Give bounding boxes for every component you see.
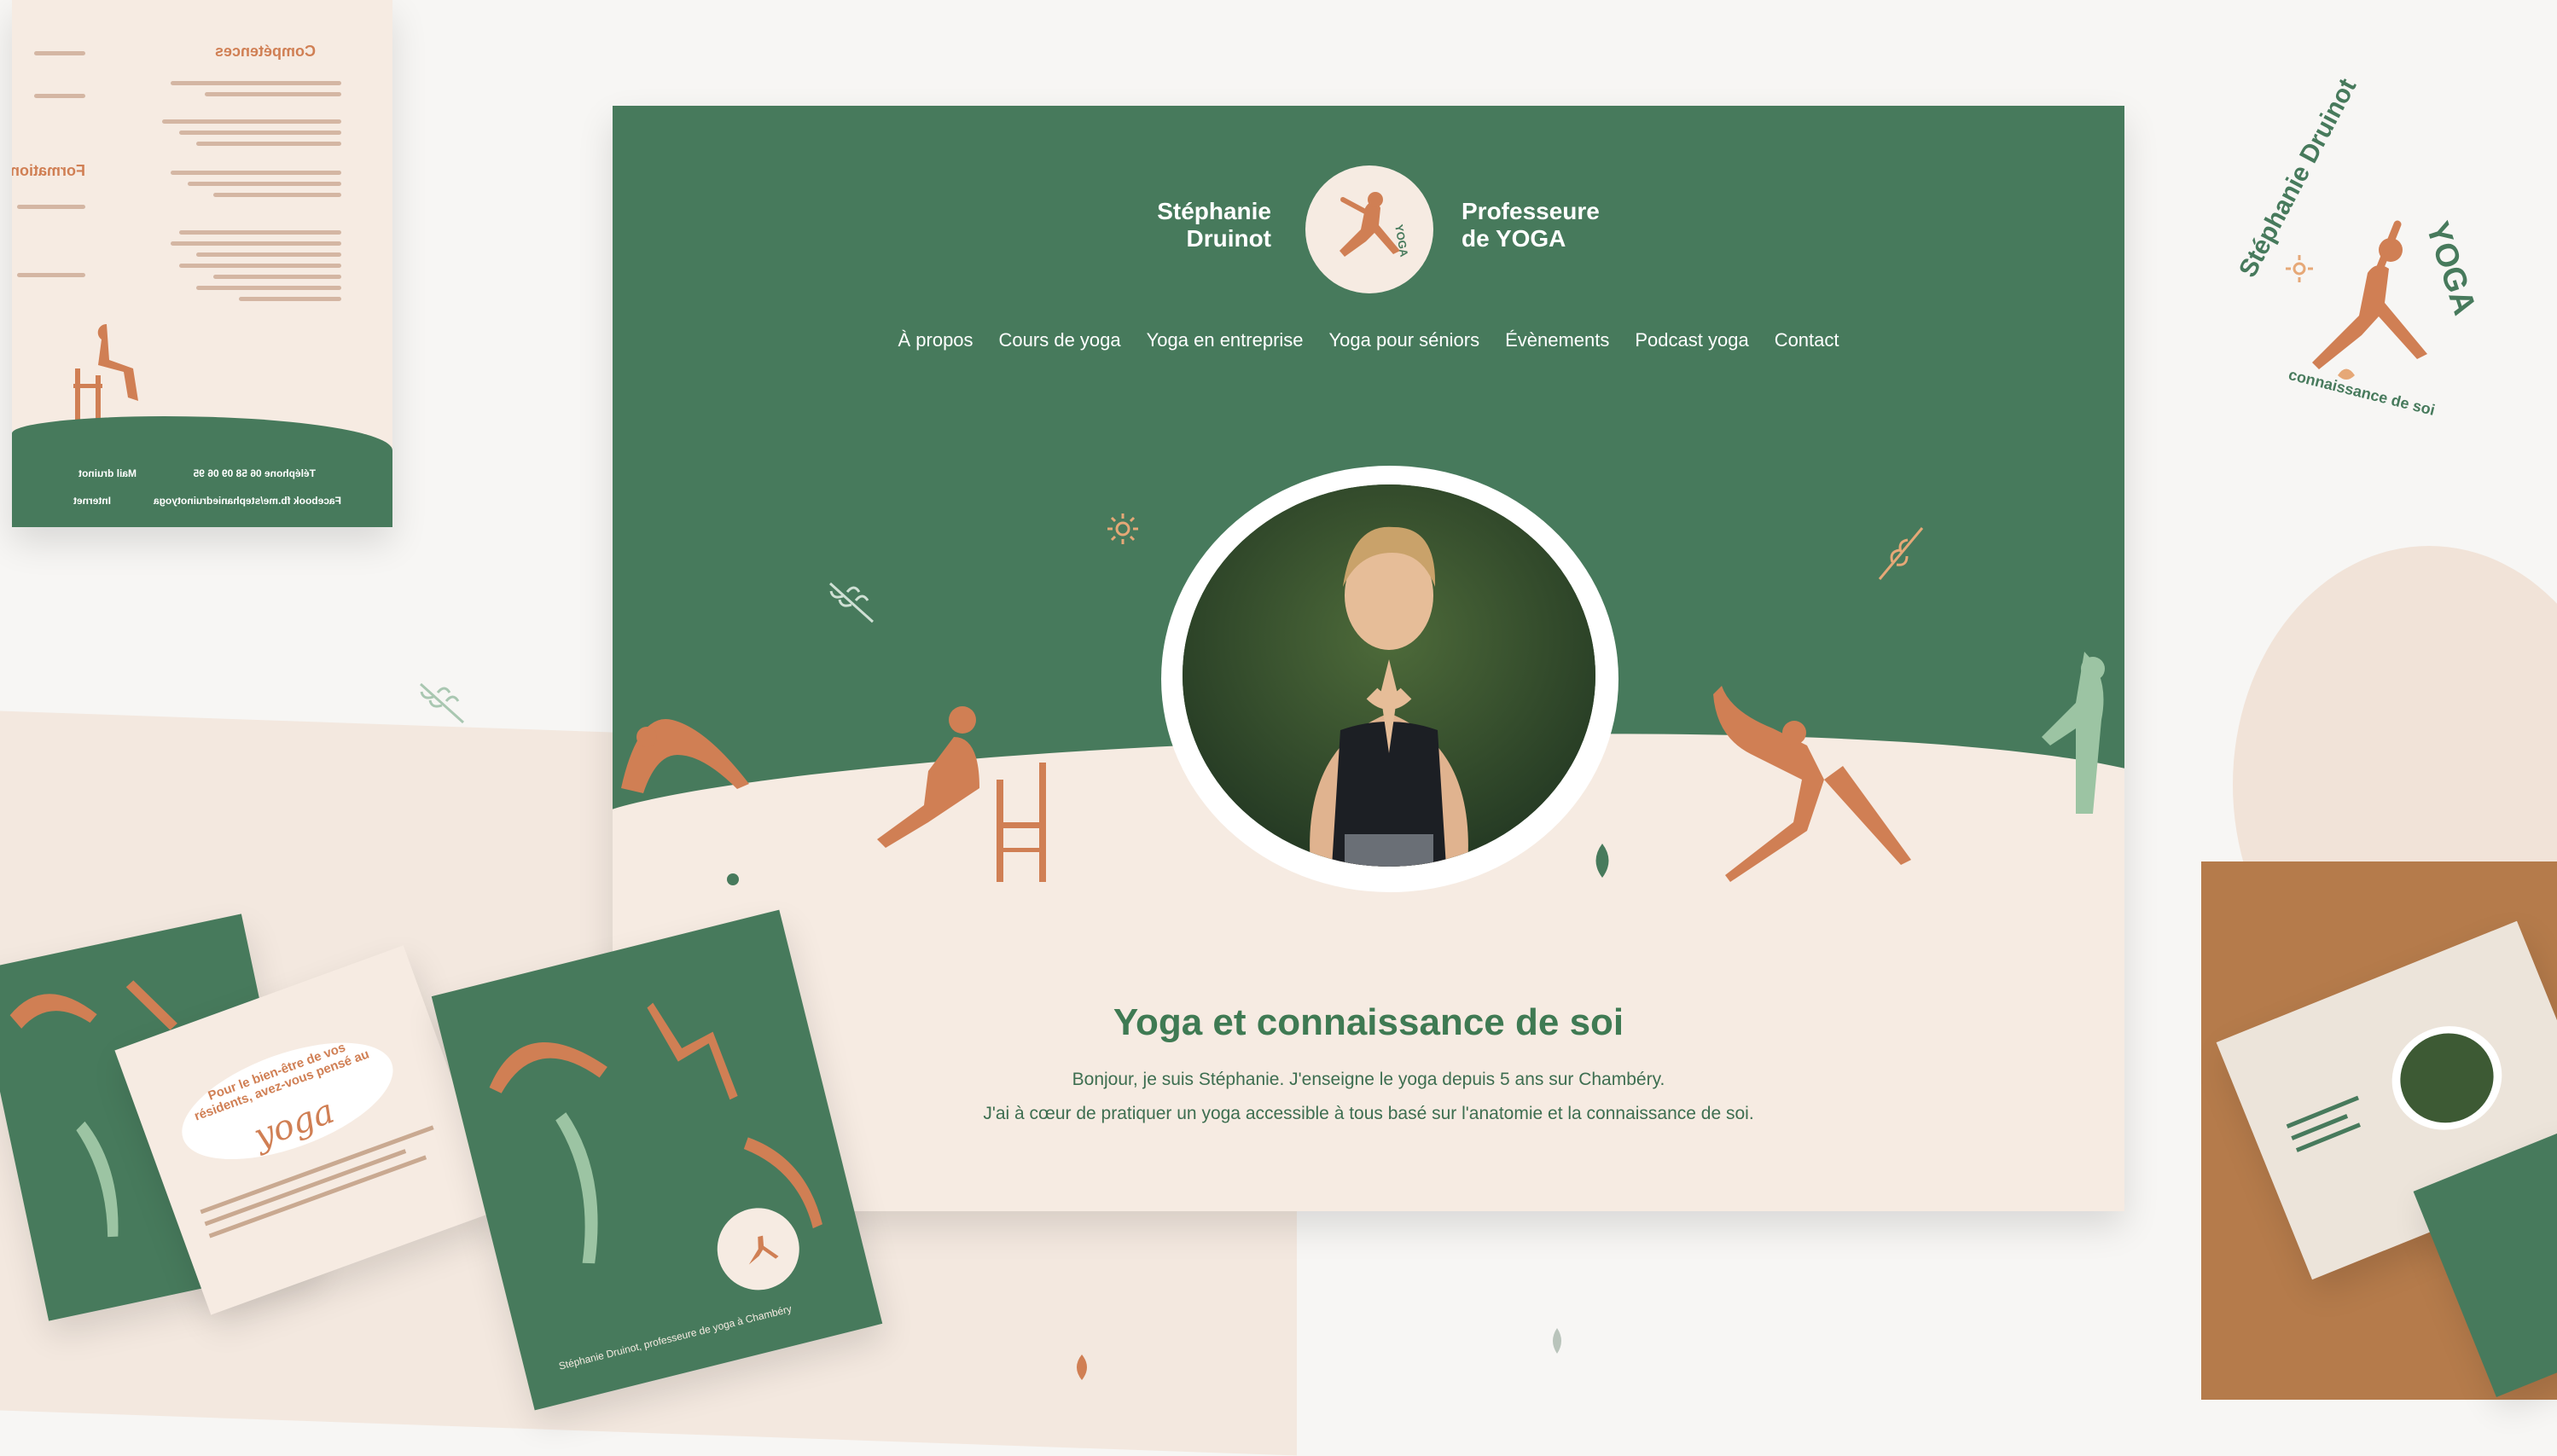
resume-text-line — [213, 193, 341, 197]
card-text-line — [2295, 1122, 2361, 1152]
resume-text-line — [17, 273, 85, 277]
nav-item-cours-de-yoga[interactable]: Cours de yoga — [999, 329, 1121, 351]
resume-text-line — [196, 252, 341, 257]
branch-icon — [1878, 527, 1924, 580]
hero-intro-line-1: Bonjour, je suis Stéphanie. J'enseigne l… — [1072, 1070, 1665, 1089]
leaf-sprig-icon — [419, 682, 465, 724]
resume-text-line — [171, 81, 341, 85]
website-mockup: Stéphanie Druinot YOGA Professeure de YO… — [613, 106, 2124, 1211]
leaf-icon — [1595, 844, 1609, 878]
resume-mockup: Compétences Formation Téléphone 06 58 09… — [12, 0, 392, 527]
resume-text-line — [196, 142, 341, 146]
resume-text-line — [171, 241, 341, 246]
brand-role-line-2: de YOGA — [1462, 225, 1566, 252]
nav-item-yoga-entreprise[interactable]: Yoga en entreprise — [1147, 329, 1304, 351]
chair-yoga-figure — [877, 706, 1046, 882]
warrior-pose-figure — [1713, 686, 1911, 882]
brand-role-line-1: Professeure — [1462, 198, 1600, 224]
nav-item-evenements[interactable]: Évènements — [1505, 329, 1609, 351]
nav-item-yoga-seniors[interactable]: Yoga pour séniors — [1329, 329, 1480, 351]
logo-badge[interactable]: YOGA — [1305, 165, 1433, 293]
portrait-photo — [1183, 484, 1595, 867]
hero-intro-line-2: J'ai à cœur de pratiquer un yoga accessi… — [983, 1104, 1754, 1123]
logo-badge-large: Stéphanie Druinot YOGA connaissance de s… — [2210, 74, 2500, 448]
resume-text-line — [162, 119, 341, 124]
resume-text-line — [196, 286, 341, 290]
resume-text-line — [188, 182, 341, 186]
resume-text-line — [179, 230, 341, 235]
resume-text-line — [34, 94, 85, 98]
resume-footer-mail: Mail druinot — [78, 467, 137, 479]
downward-dog-figure — [621, 719, 749, 793]
brand-last-name: Druinot — [1186, 225, 1271, 252]
resume-footer-internet: Internet — [73, 495, 111, 507]
woman-praying-photo — [1183, 484, 1595, 867]
resume-text-line — [213, 275, 341, 279]
hero-title: Yoga et connaissance de soi — [1113, 1001, 1624, 1043]
resume-section-title: Formation — [12, 162, 85, 179]
resume-text-line — [239, 297, 341, 301]
nav-item-contact[interactable]: Contact — [1775, 329, 1839, 351]
resume-text-line — [34, 51, 85, 55]
resume-footer-facebook: Facebook fb.me/stephaniedruinotyoga — [153, 495, 341, 507]
dot-decoration — [727, 873, 739, 885]
leaf-icon — [1553, 1328, 1561, 1354]
resume-text-line — [179, 131, 341, 135]
brand-name[interactable]: Stéphanie Druinot — [1015, 198, 1271, 252]
resume-text-line — [179, 264, 341, 268]
resume-mirrored-content: Compétences Formation Téléphone 06 58 09… — [12, 0, 392, 527]
nav-item-podcast[interactable]: Podcast yoga — [1635, 329, 1748, 351]
resume-text-line — [17, 205, 85, 209]
resume-text-line — [171, 171, 341, 175]
card-photo — [2386, 1019, 2508, 1137]
resume-section-title: Compétences — [214, 43, 316, 60]
resume-footer-phone: Téléphone 06 58 09 06 95 — [193, 467, 316, 479]
main-navigation: À propos Cours de yoga Yoga en entrepris… — [613, 329, 2124, 351]
brand-first-name: Stéphanie — [1157, 198, 1271, 224]
brand-role: Professeure de YOGA — [1462, 198, 1600, 252]
resume-footer-band: Téléphone 06 58 09 06 95 Mail druinot Fa… — [12, 416, 392, 527]
leaf-sprig-icon — [828, 582, 875, 624]
sun-icon — [1107, 513, 1138, 544]
flyer-text-line — [204, 1149, 407, 1227]
nav-item-a-propos[interactable]: À propos — [898, 329, 973, 351]
resume-text-line — [205, 92, 341, 96]
sage-figure — [2042, 652, 2105, 814]
leaf-icon — [1077, 1354, 1087, 1380]
yoga-figure-icon: YOGA — [1340, 192, 1411, 258]
